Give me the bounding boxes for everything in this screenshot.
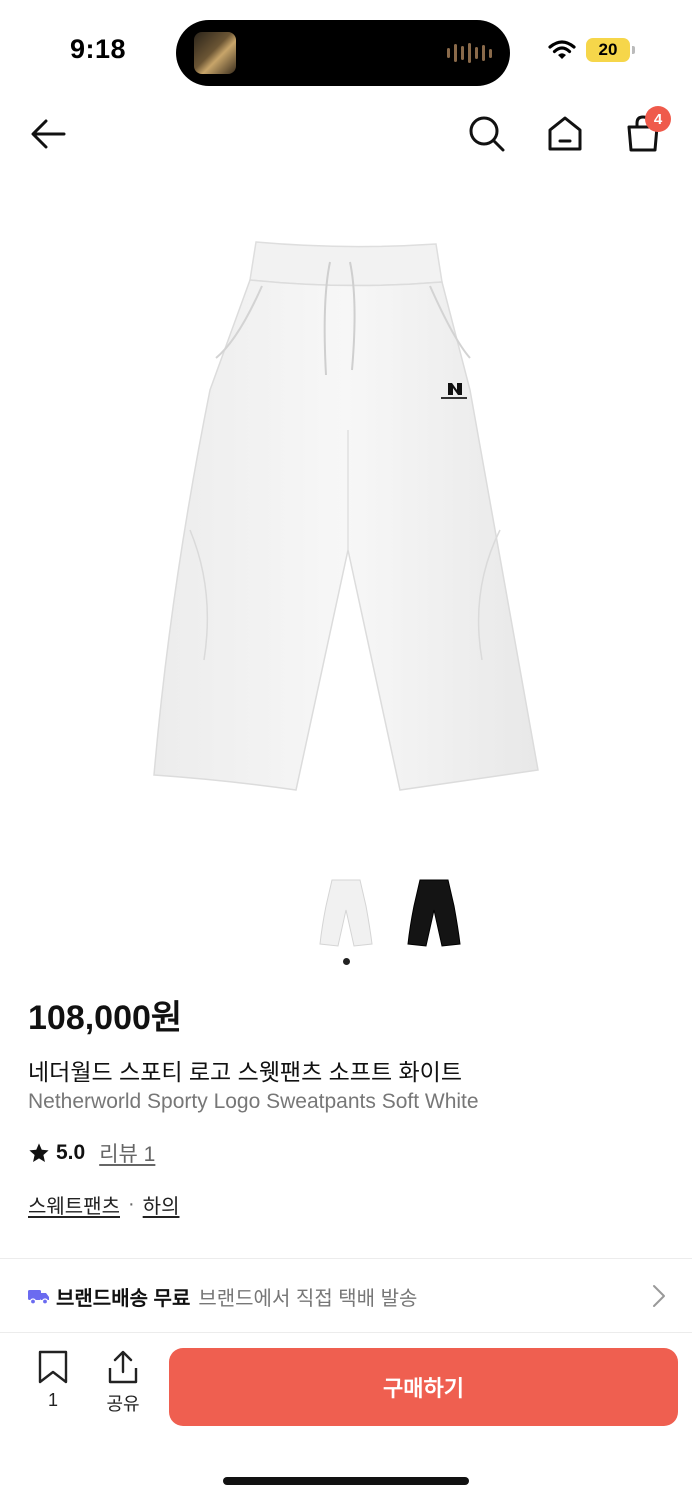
status-bar: 9:18 20 [0,0,692,100]
rating-row: 5.0 리뷰 1 [28,1138,155,1168]
search-icon [469,116,505,152]
truck-icon [28,1290,49,1305]
white-pants-thumbnail [319,879,373,947]
buy-button[interactable]: 구매하기 [169,1348,678,1426]
divider [0,1258,692,1259]
cart-button[interactable]: 4 [619,106,671,158]
now-playing-artwork [194,32,236,74]
bookmark-count: 1 [47,1390,58,1410]
product-image[interactable] [0,190,692,850]
review-link[interactable]: 리뷰 1 [99,1138,155,1168]
category-separator: · [128,1193,135,1215]
carousel-page-indicator [343,958,350,965]
delivery-info-row[interactable]: 브랜드배송 무료 브랜드에서 직접 택배 발송 [0,1262,692,1330]
category-link-bottoms[interactable]: 하의 [143,1190,180,1219]
bookmark-button[interactable]: 1 [30,1350,76,1411]
battery-indicator: 20 [586,38,635,62]
product-title-korean: 네더월드 스포티 로고 스웻팬츠 소프트 화이트 [28,1059,462,1085]
status-indicators: 20 [548,38,635,62]
thumbnail-strip [0,870,692,960]
share-button[interactable]: 공유 [100,1350,146,1416]
thumbnail-black[interactable] [402,876,466,948]
white-pants-image [153,241,539,791]
delivery-description: 브랜드에서 직접 택배 발송 [198,1287,418,1310]
black-pants-thumbnail [407,879,461,947]
thumbnail-white[interactable] [314,876,378,948]
delivery-label: 브랜드배송 무료 [56,1287,191,1310]
arrow-left-icon [31,119,66,149]
rating-score: 5.0 [56,1141,86,1164]
bookmark-icon [38,1350,68,1384]
category-link-sweatpants[interactable]: 스웨트팬츠 [28,1190,120,1219]
product-price: 108,000원 [28,999,183,1037]
dynamic-island[interactable] [176,20,510,86]
wifi-icon [548,40,576,59]
home-indicator[interactable] [223,1477,469,1485]
star-icon [29,1143,49,1162]
top-nav: 4 [0,100,692,170]
product-title-english: Netherworld Sporty Logo Sweatpants Soft … [28,1090,479,1113]
share-icon [108,1350,138,1384]
share-label: 공유 [106,1394,140,1414]
back-button[interactable] [24,110,72,158]
divider [0,1332,692,1333]
audio-wave-icon [447,42,492,64]
cart-count-badge: 4 [645,106,671,132]
chevron-right-icon [653,1285,665,1307]
status-time: 9:18 [70,34,127,64]
home-button[interactable] [541,110,589,158]
category-breadcrumb: 스웨트팬츠 · 하의 [28,1190,179,1219]
home-icon [548,116,582,151]
search-button[interactable] [463,110,511,158]
bottom-action-bar: 1 공유 구매하기 [0,1334,692,1444]
